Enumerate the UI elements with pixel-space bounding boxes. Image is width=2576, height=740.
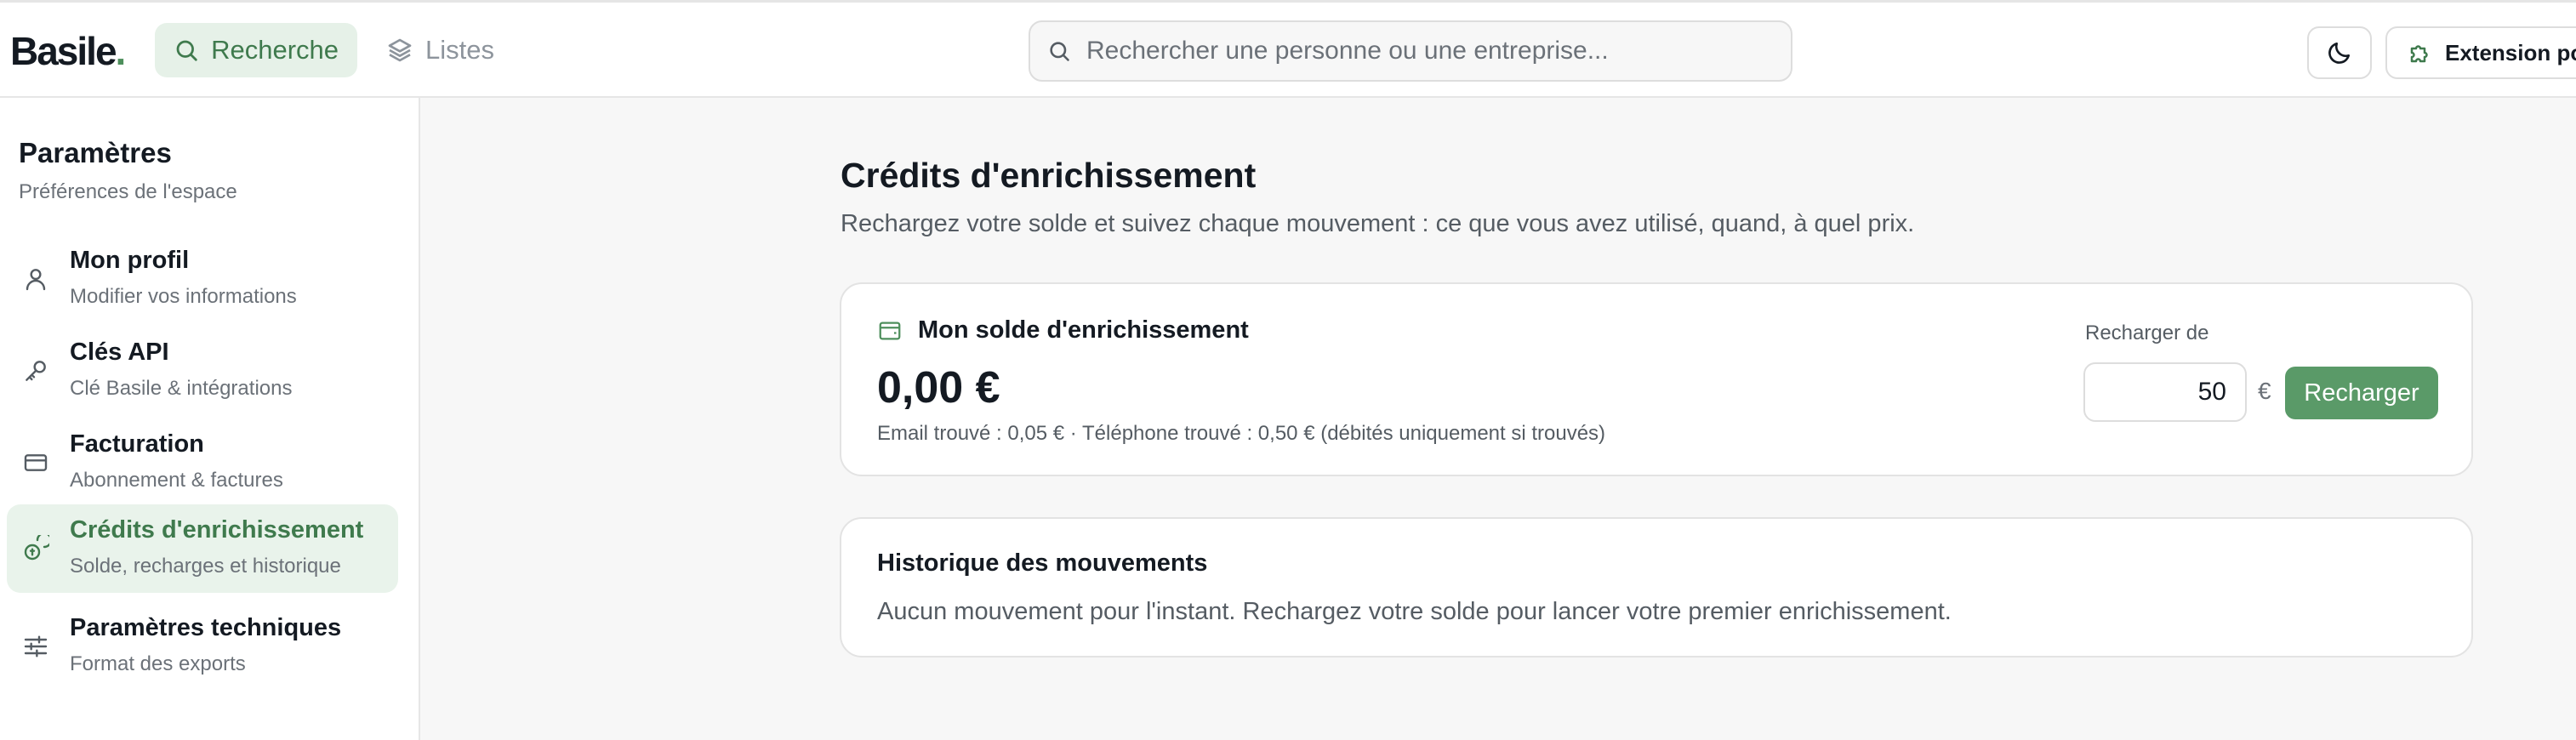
balance-heading-text: Mon solde d'enrichissement — [918, 316, 1249, 344]
page-subtitle: Rechargez votre solde et suivez chaque m… — [841, 210, 1915, 237]
recharge-label: Recharger de — [2085, 322, 2209, 344]
coins-icon — [24, 535, 49, 561]
sidebar-item-label: Clés API — [70, 339, 169, 366]
history-card: Historique des mouvements Aucun mouvemen… — [840, 517, 2473, 657]
sidebar-title: Paramètres — [19, 137, 172, 168]
credit-card-icon — [24, 454, 48, 471]
wallet-icon — [879, 322, 901, 339]
sidebar-subtitle: Préférences de l'espace — [19, 180, 237, 203]
sidebar-item-desc: Abonnement & factures — [70, 469, 283, 492]
balance-card: Mon solde d'enrichissement 0,00 € Email … — [840, 282, 2473, 476]
recharge-amount-input[interactable] — [2083, 362, 2247, 422]
sidebar-item-desc: Format des exports — [70, 652, 246, 675]
balance-amount: 0,00 € — [877, 363, 1000, 413]
currency-label: € — [2258, 378, 2271, 404]
page-title: Crédits d'enrichissement — [841, 156, 1257, 195]
sidebar-item-desc: Clé Basile & intégrations — [70, 377, 293, 400]
sidebar-item-label: Facturation — [70, 430, 204, 458]
tab-listes[interactable]: Listes — [368, 23, 513, 77]
sidebar-item-api[interactable]: Clés API Clé Basile & intégrations — [7, 327, 398, 415]
search-input[interactable] — [1086, 37, 1784, 65]
pricing-note: Email trouvé : 0,05 € · Téléphone trouvé… — [877, 422, 1606, 445]
tab-label: Listes — [425, 35, 494, 65]
moon-icon — [2328, 43, 2350, 64]
extension-label: Extension pour — [2445, 39, 2576, 65]
puzzle-icon — [2410, 45, 2428, 63]
search-icon — [176, 40, 197, 61]
theme-toggle-button[interactable] — [2307, 26, 2372, 79]
tab-recherche[interactable]: Recherche — [155, 23, 357, 77]
tab-label: Recherche — [211, 35, 339, 65]
sidebar-item-label: Mon profil — [70, 247, 190, 274]
sidebar-item-techniques[interactable]: Paramètres techniques Format des exports — [7, 602, 398, 691]
logo[interactable]: Basile. — [10, 28, 126, 74]
layers-icon — [388, 38, 412, 62]
sidebar-item-profil[interactable]: Mon profil Modifier vos informations — [7, 235, 398, 323]
history-title: Historique des mouvements — [877, 549, 1208, 577]
key-icon — [26, 361, 46, 381]
extension-button[interactable]: Extension pour — [2385, 26, 2576, 79]
sidebar-item-facturation[interactable]: Facturation Abonnement & factures — [7, 418, 398, 507]
recharge-button[interactable]: Recharger — [2285, 367, 2438, 419]
balance-heading: Mon solde d'enrichissement — [877, 316, 1249, 344]
sliders-icon — [24, 635, 48, 657]
sidebar-item-desc: Modifier vos informations — [70, 285, 297, 308]
search-box — [1029, 20, 1792, 82]
search-icon — [1050, 42, 1069, 61]
sidebar-item-label: Paramètres techniques — [70, 614, 342, 641]
sidebar-item-label: Crédits d'enrichissement — [70, 516, 364, 544]
top-bar: Basile. Recherche Listes Extension pour — [0, 0, 2576, 98]
history-empty-state: Aucun mouvement pour l'instant. Recharge… — [877, 598, 1952, 625]
sidebar-item-desc: Solde, recharges et historique — [70, 555, 341, 578]
settings-sidebar: Paramètres Préférences de l'espace Mon p… — [0, 98, 420, 740]
user-icon — [26, 269, 46, 291]
sidebar-item-credits[interactable]: Crédits d'enrichissement Solde, recharge… — [7, 504, 398, 593]
